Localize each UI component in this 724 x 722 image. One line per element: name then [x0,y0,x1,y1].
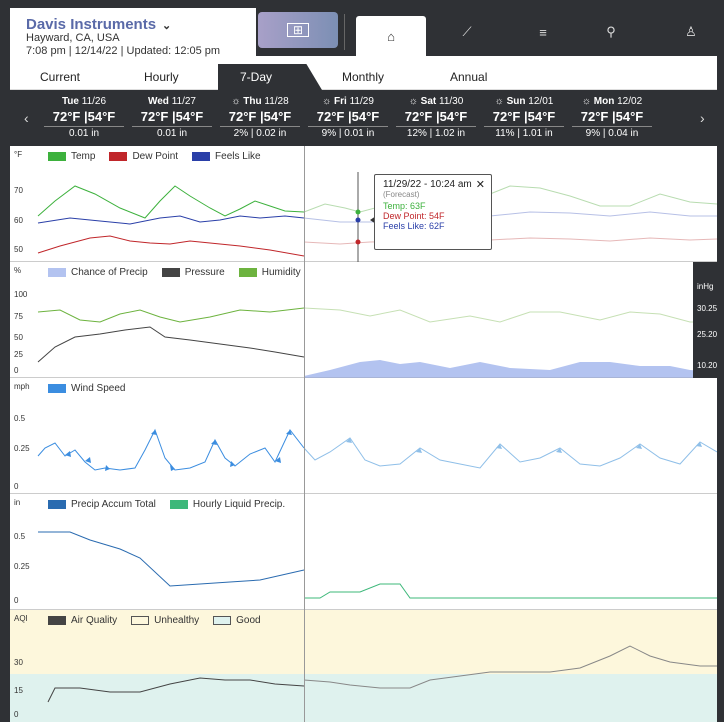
day-name: ☼ Mon 12/02 [581,96,643,107]
top-nav: ⊞ ⌂ ⟋ ≡ ⚲ ♙ [256,8,717,56]
day-precip: 0.01 in [132,126,212,139]
tooltip-dew: Dew Point: 54F [383,211,445,221]
day-precip: 9% | 0.01 in [308,126,388,139]
tab-annual[interactable]: Annual [450,70,487,84]
home-icon[interactable]: ⌂ [356,16,426,56]
forecast-tooltip: ✕ 11/29/22 - 10:24 am (Forecast) Temp: 6… [374,174,492,250]
day-temps: 72°F |54°F [404,109,468,124]
tooltip-subtitle: (Forecast) [383,190,420,199]
day-name: Wed 11/27 [147,96,196,107]
dashboard-icon: ⊞ [286,23,310,37]
sun-icon: ☼ [581,96,594,107]
day-temps: 72°F |54°F [228,109,292,124]
aqi-panel: AQI 30 15 0 Air Quality Unhealthy Good [10,610,717,722]
rain-chart[interactable] [10,494,717,610]
station-location: Hayward, CA, USA [26,32,120,44]
tooltip-title: 11/29/22 - 10:24 am [383,179,472,190]
day-precip: 2% | 0.02 in [220,126,300,139]
tab-bar: Current Hourly 7-Day Monthly Annual [10,64,717,90]
sun-icon: ☼ [408,96,421,107]
wind-panel: mph 0.5 0.25 0 Wind Speed [10,378,717,494]
pressure-tick: 30.25 [697,304,717,313]
tab-current[interactable]: Current [40,70,80,84]
dashboard-button[interactable]: ⊞ [258,12,338,48]
sun-icon: ☼ [494,96,507,107]
station-name: Davis Instruments [26,16,157,33]
forecast-day[interactable]: ☼ Sat 11/30 72°F |54°F 12% | 1.02 in [396,96,476,139]
day-temps: 72°F |54°F [140,109,204,124]
station-title[interactable]: Davis Instruments ⌄ [26,16,171,33]
day-name: ☼ Fri 11/29 [322,96,374,107]
forecast-day[interactable]: ☼ Sun 12/01 72°F |54°F 11% | 1.01 in [484,96,564,139]
forecast-day[interactable]: Tue 11/26 72°F |54°F 0.01 in [44,96,124,139]
tab-7day[interactable]: 7-Day [218,64,322,90]
pressure-tick: 10.20 [697,361,717,370]
sun-icon: ☼ [231,96,244,107]
chart-icon[interactable]: ⟋ [432,8,502,56]
nav-divider [344,14,345,50]
tab-hourly[interactable]: Hourly [144,70,179,84]
forecast-day[interactable]: ☼ Mon 12/02 72°F |54°F 9% | 0.04 in [572,96,652,139]
day-precip: 12% | 1.02 in [396,126,476,139]
list-icon[interactable]: ≡ [508,8,578,56]
day-temps: 72°F |54°F [492,109,556,124]
temp-panel: °F 70 60 50 Temp Dew Point Feels Like [10,146,717,262]
day-temps: 72°F |54°F [316,109,380,124]
forecast-days: ‹ Tue 11/26 72°F |54°F 0.01 in Wed 11/27 72°… [10,90,717,146]
close-icon[interactable]: ✕ [476,178,485,191]
tooltip-feels: Feels Like: 62F [383,221,445,231]
user-icon[interactable]: ♙ [656,8,717,56]
day-name: ☼ Sun 12/01 [494,96,554,107]
location-pin-icon[interactable]: ⚲ [576,8,646,56]
chevron-down-icon[interactable]: ⌄ [162,20,171,32]
next-arrow-icon[interactable]: › [700,110,705,126]
pressure-axis: inHg 30.25 25.20 10.20 [693,262,717,378]
tab-monthly[interactable]: Monthly [342,70,384,84]
rain-panel: in 0.5 0.25 0 Precip Accum Total Hourly … [10,494,717,610]
wind-chart[interactable] [10,378,717,494]
aqi-chart[interactable] [10,610,717,722]
forecast-day[interactable]: ☼ Thu 11/28 72°F |54°F 2% | 0.02 in [220,96,300,139]
day-precip: 0.01 in [44,126,124,139]
tooltip-temp: Temp: 63F [383,201,426,211]
pressure-tick: 25.20 [697,330,717,339]
day-precip: 11% | 1.01 in [484,126,564,139]
forecast-day[interactable]: Wed 11/27 72°F |54°F 0.01 in [132,96,212,139]
day-temps: 72°F |54°F [52,109,116,124]
day-name: ☼ Sat 11/30 [408,96,464,107]
prev-arrow-icon[interactable]: ‹ [24,110,29,126]
sun-icon: ☼ [322,96,335,107]
day-name: ☼ Thu 11/28 [231,96,289,107]
updated-time: 7:08 pm | 12/14/22 | Updated: 12:05 pm [26,45,221,57]
precip-chart[interactable] [10,262,717,378]
history-forecast-divider [304,146,305,722]
app-window: Davis Instruments ⌄ Hayward, CA, USA 7:08… [10,8,717,722]
day-name: Tue 11/26 [61,96,107,107]
temp-chart[interactable] [10,146,717,262]
day-precip: 9% | 0.04 in [572,126,652,139]
forecast-day[interactable]: ☼ Fri 11/29 72°F |54°F 9% | 0.01 in [308,96,388,139]
pressure-unit: inHg [697,282,714,291]
precip-panel: % 100 75 50 25 0 Chance of Precip Pressu… [10,262,717,378]
day-temps: 72°F |54°F [580,109,644,124]
